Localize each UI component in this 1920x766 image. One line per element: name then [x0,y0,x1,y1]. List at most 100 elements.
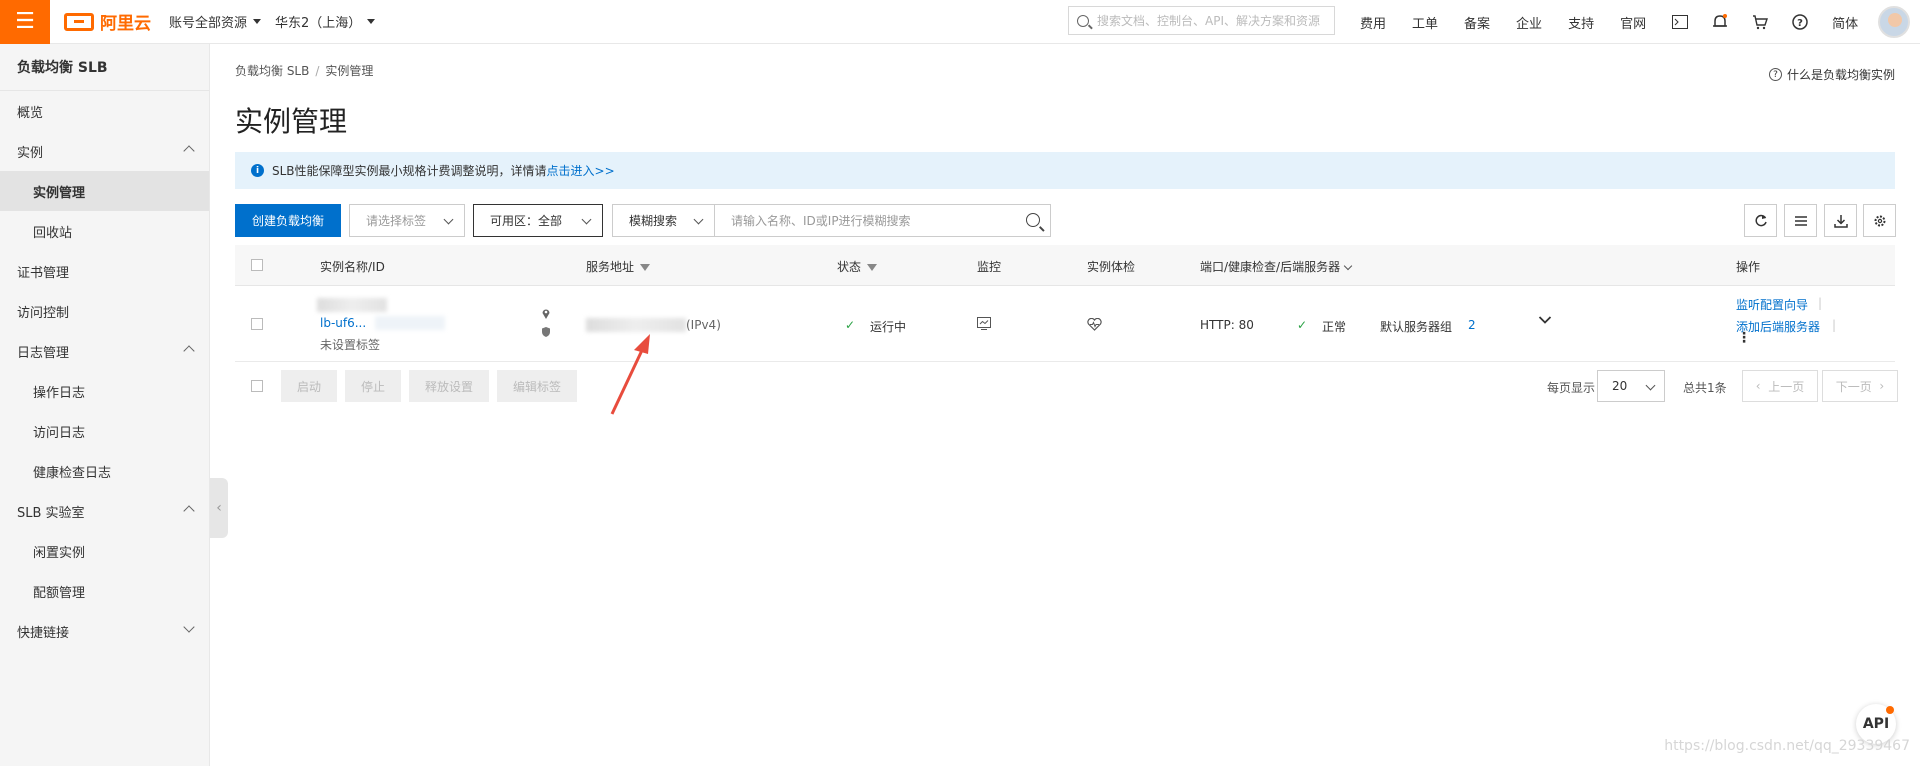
sidebar-item-recycle-bin[interactable]: 回收站 [0,211,209,251]
what-is-slb-link[interactable]: ? 什么是负载均衡实例 [1768,66,1895,83]
create-slb-button[interactable]: 创建负载均衡 [235,204,341,237]
page-title: 实例管理 [235,105,348,138]
help-icon[interactable]: ? [1792,14,1808,30]
help-circle-icon: ? [1768,68,1782,81]
toolbar: 创建负载均衡 请选择标签 可用区：全部 模糊搜索 请输入名称、ID或IP进行模糊… [235,204,1896,237]
listener-wizard-link[interactable]: 监听配置向导 [1736,296,1808,313]
sidebar-item-idle-instances[interactable]: 闲置实例 [0,531,209,571]
cart-icon[interactable] [1752,14,1769,30]
col-header-port-health-backend[interactable]: 端口/健康检查/后端服务器 [1200,258,1353,275]
info-notice: i SLB性能保障型实例最小规格计费调整说明，详情请 点击进入>> [235,152,1895,189]
sidebar-collapse-handle[interactable]: ‹ [210,478,228,538]
topnav-link-fees[interactable]: 费用 [1360,13,1386,32]
caret-down-icon [367,19,376,24]
sidebar-item-label: 概览 [17,105,44,121]
sidebar-item-access-control[interactable]: 访问控制 [0,291,209,331]
download-button[interactable] [1824,204,1857,237]
sidebar-item-label: 实例管理 [33,185,86,201]
notice-link[interactable]: 点击进入>> [547,162,615,179]
search-icon [1077,14,1089,27]
row-checkbox[interactable] [251,318,263,330]
chevron-down-icon [693,214,704,225]
sidebar-group-logs[interactable]: 日志管理 [0,331,209,371]
sidebar-item-access-logs[interactable]: 访问日志 [0,411,209,451]
refresh-button[interactable] [1744,204,1777,237]
monitor-icon[interactable] [977,317,991,333]
sidebar-item-label: 证书管理 [17,265,70,281]
col-header-address-label: 服务地址 [586,260,635,274]
bell-icon[interactable] [1712,14,1728,30]
account-selector-label: 账号全部资源 [169,16,248,31]
health-status: 正常 [1322,320,1347,334]
topnav-link-filing[interactable]: 备案 [1464,13,1490,32]
topnav-link-website[interactable]: 官网 [1620,13,1646,32]
watermark: https://blog.csdn.net/qq_29339467 [1664,738,1910,754]
breadcrumb: 负载均衡 SLB / 实例管理 [235,64,374,78]
backend-count-link[interactable]: 2 [1468,318,1476,332]
sidebar-item-instance-management[interactable]: 实例管理 [0,171,209,211]
start-button[interactable]: 启动 [281,370,337,402]
col-header-address[interactable]: 服务地址 [586,258,651,275]
col-header-actions: 操作 [1736,260,1761,274]
col-header-status[interactable]: 状态 [837,258,878,275]
sidebar-group-quick-links[interactable]: 快捷链接 [0,611,209,651]
edit-tags-button[interactable]: 编辑标签 [497,370,577,402]
terminal-icon[interactable] [1672,14,1689,30]
global-search-input[interactable]: 搜索文档、控制台、API、解决方案和资源 [1068,6,1335,35]
expand-row-icon[interactable] [1538,314,1552,328]
list-icon [1794,215,1807,226]
list-settings-button[interactable] [1784,204,1817,237]
col-header-port-label: 端口/健康检查/后端服务器 [1200,260,1341,274]
sidebar-item-overview[interactable]: 概览 [0,91,209,131]
language-switch[interactable]: 简体 [1832,13,1858,32]
menu-icon[interactable]: ☰ [0,0,50,44]
search-icon[interactable] [1026,213,1040,227]
location-pin-icon[interactable] [541,308,551,323]
footer-select-all-checkbox[interactable] [251,380,263,392]
chevron-up-icon [183,505,195,517]
instance-search-input[interactable]: 请输入名称、ID或IP进行模糊搜索 [715,204,1051,237]
sidebar-item-certificates[interactable]: 证书管理 [0,251,209,291]
page-size-value: 20 [1612,379,1628,393]
sidebar-group-slb-lab[interactable]: SLB 实验室 [0,491,209,531]
aliyun-logo[interactable]: 阿里云 [64,9,151,34]
col-header-status-label: 状态 [837,260,862,274]
search-mode-select[interactable]: 模糊搜索 [612,204,715,237]
next-page-button[interactable]: 下一页 › [1822,370,1898,402]
health-exam-icon[interactable] [1087,317,1102,334]
sidebar-item-quota[interactable]: 配额管理 [0,571,209,611]
tag-select[interactable]: 请选择标签 [349,204,465,237]
more-actions-icon[interactable]: ⋮ [1737,331,1751,345]
topnav-link-tickets[interactable]: 工单 [1412,13,1438,32]
settings-button[interactable] [1863,204,1896,237]
filter-icon [640,264,651,271]
prev-page-button[interactable]: ‹ 上一页 [1742,370,1818,402]
annotation-arrow [610,334,650,415]
release-settings-button[interactable]: 释放设置 [409,370,489,402]
account-selector[interactable]: 账号全部资源 [169,12,262,31]
sidebar-item-label: 配额管理 [33,585,86,601]
sidebar-item-operation-logs[interactable]: 操作日志 [0,371,209,411]
instance-id-link[interactable]: lb-uf6... [320,316,366,330]
select-all-checkbox[interactable] [251,259,263,271]
shield-icon[interactable] [541,326,551,341]
region-selector[interactable]: 华东2（上海） [275,12,376,31]
avatar[interactable] [1878,6,1910,38]
col-header-monitor: 监控 [977,260,1002,274]
chevron-down-icon [581,214,592,225]
svg-text:?: ? [1797,18,1803,29]
stop-button[interactable]: 停止 [345,370,401,402]
page-size-select[interactable]: 20 [1597,370,1665,402]
sidebar-group-instances[interactable]: 实例 [0,131,209,171]
info-icon: i [251,164,264,177]
chevron-up-icon [183,145,195,157]
table-row: lb-uf6... 未设置标签 (IPv4) ✓ 运行中 HTTP: 80 ✓ … [235,286,1895,362]
sidebar-item-label: 健康检查日志 [33,465,112,481]
topnav-link-support[interactable]: 支持 [1568,13,1594,32]
chevron-down-icon [1343,261,1353,271]
sidebar-item-health-check-logs[interactable]: 健康检查日志 [0,451,209,491]
breadcrumb-item-slb[interactable]: 负载均衡 SLB [235,64,309,78]
status-text: 运行中 [870,320,907,334]
zone-select[interactable]: 可用区：全部 [473,204,603,237]
topnav-link-enterprise[interactable]: 企业 [1516,13,1542,32]
